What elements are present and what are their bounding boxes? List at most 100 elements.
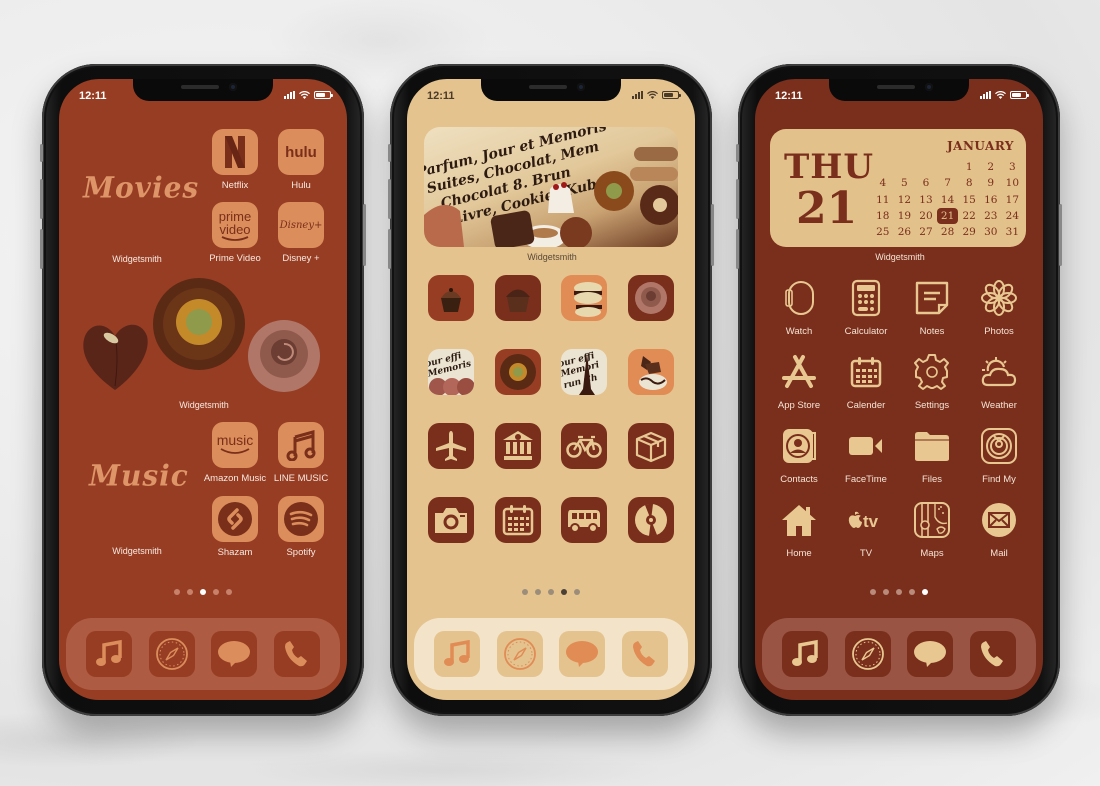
volume-up-button	[736, 179, 739, 219]
gear-icon	[909, 349, 955, 395]
notes-icon	[909, 275, 955, 321]
app-chocolate-dessert[interactable]	[626, 349, 676, 395]
app-macaron[interactable]	[559, 275, 609, 321]
calendar-day-cell: 31	[1005, 226, 1020, 239]
power-button	[363, 204, 366, 266]
calendar-day-cell: 29	[962, 226, 976, 239]
page-indicator[interactable]	[407, 589, 695, 595]
app-eiffel-tower[interactable]: our effi Memori run Ch	[559, 349, 609, 395]
dock	[762, 618, 1036, 690]
app-settings[interactable]: Settings	[907, 349, 957, 411]
app-watch[interactable]: Watch	[774, 275, 824, 337]
calculator-icon	[843, 275, 889, 321]
safari-icon	[155, 638, 188, 670]
calendar-day-cell: 3	[1009, 161, 1016, 173]
bicycle-icon	[561, 423, 607, 469]
calendar-widget[interactable]: THU 21 JANUARY 1 2 3 4 5 6 7 8 9 10 11 12 13 14 15 16 17…	[770, 129, 1026, 247]
dock-phone-button[interactable]	[621, 631, 668, 677]
app-calculator[interactable]: Calculator	[841, 275, 891, 337]
app-hulu[interactable]: hulu Hulu	[276, 129, 326, 191]
dock-messages-button[interactable]	[559, 631, 606, 677]
dock-messages-button[interactable]	[211, 631, 258, 677]
dock-phone-button[interactable]	[273, 631, 320, 677]
app-mail[interactable]: Mail	[974, 497, 1024, 559]
airplane-icon	[428, 423, 474, 469]
app-travel[interactable]	[426, 423, 476, 469]
calendar-day-cell: 25	[876, 226, 890, 239]
mail-icon	[976, 497, 1022, 543]
app-bank[interactable]	[493, 423, 543, 469]
app-label: Find My	[982, 474, 1016, 485]
dock-safari-button[interactable]	[496, 631, 543, 677]
dock-phone-button[interactable]	[969, 631, 1016, 677]
weather-icon	[976, 349, 1022, 395]
app-rose[interactable]	[626, 275, 676, 321]
app-label: Weather	[981, 400, 1017, 411]
app-home[interactable]: Home	[774, 497, 824, 559]
dock-messages-button[interactable]	[907, 631, 954, 677]
status-time: 12:11	[427, 90, 455, 102]
app-disc[interactable]	[626, 497, 676, 543]
app-photos[interactable]: Photos	[974, 275, 1024, 337]
app-maps[interactable]: Maps	[907, 497, 957, 559]
page-indicator[interactable]	[59, 589, 347, 595]
app-amazon-music[interactable]: music Amazon Music	[204, 422, 266, 484]
calendar-icon	[495, 497, 541, 543]
hulu-icon: hulu	[278, 129, 324, 175]
app-package[interactable]	[626, 423, 676, 469]
calendar-day-cell: 26	[897, 226, 912, 239]
app-notes[interactable]: Notes	[907, 275, 957, 337]
app-weather[interactable]: Weather	[974, 349, 1024, 411]
home-icon	[776, 497, 822, 543]
app-facetime[interactable]: FaceTime	[841, 423, 891, 485]
phone-icon	[980, 641, 1003, 667]
anthurium-image	[83, 324, 148, 390]
app-disney-plus[interactable]: Disney+ Disney +	[276, 202, 326, 264]
app-shazam[interactable]: Shazam	[210, 496, 260, 558]
calendar-day-cell: 14	[940, 193, 955, 206]
calendar-day-cell: 18	[876, 209, 890, 222]
netflix-icon	[212, 129, 258, 175]
app-sunflower[interactable]	[493, 349, 543, 395]
page-indicator[interactable]	[755, 589, 1043, 595]
app-files[interactable]: Files	[907, 423, 957, 485]
music-icon	[792, 639, 818, 666]
app-camera[interactable]	[426, 497, 476, 543]
flower-widget[interactable]	[77, 274, 327, 394]
dock-safari-button[interactable]	[844, 631, 891, 677]
power-button	[711, 204, 714, 266]
app-find-my[interactable]: Find My	[974, 423, 1024, 485]
collage-image: Parfum, Jour et Memoris Suites, Chocolat…	[424, 127, 678, 247]
home-screen: 12:11 Movies Widgetsmith Netflix hulu Hu…	[59, 79, 347, 700]
home-screen: 12:11 THU 21 JANUARY 1 2 3 4 5 6 7 8 9 10 11 12 13 14…	[755, 79, 1043, 700]
app-calender[interactable]: Calender	[841, 349, 891, 411]
app-muffin[interactable]	[493, 275, 543, 321]
app-app-store[interactable]: App Store	[774, 349, 824, 411]
app-netflix[interactable]: Netflix	[210, 129, 260, 191]
app-tv[interactable]: tv TV	[841, 497, 891, 559]
app-calendar[interactable]	[493, 497, 543, 543]
volume-down-button	[736, 229, 739, 269]
app-line-music[interactable]: LINE MUSIC	[274, 422, 328, 484]
music-icon	[96, 639, 122, 666]
calendar-day-cell: 9	[987, 177, 995, 190]
calendar-day-cell: 19	[897, 209, 912, 222]
chocolate-collage-widget[interactable]: Parfum, Jour et Memoris Suites, Chocolat…	[424, 127, 678, 247]
app-bus[interactable]	[559, 497, 609, 543]
photos-icon	[976, 275, 1022, 321]
calendar-day-cell: 17	[1005, 193, 1020, 206]
app-prime-video[interactable]: prime video Prime Video	[209, 202, 261, 264]
app-cupcake[interactable]	[426, 275, 476, 321]
watch-icon	[776, 275, 822, 321]
app-newspaper-cookies[interactable]: our effi Memoris	[426, 349, 476, 395]
bank-icon	[495, 423, 541, 469]
dock-safari-button[interactable]	[148, 631, 195, 677]
app-bicycle[interactable]	[559, 423, 609, 469]
calendar-day-cell: 10	[1005, 177, 1020, 190]
dock-music-button[interactable]	[86, 631, 133, 677]
dock-music-button[interactable]	[434, 631, 481, 677]
app-contacts[interactable]: Contacts	[774, 423, 824, 485]
cupcake-image	[428, 275, 474, 321]
app-spotify[interactable]: Spotify	[276, 496, 326, 558]
dock-music-button[interactable]	[782, 631, 829, 677]
